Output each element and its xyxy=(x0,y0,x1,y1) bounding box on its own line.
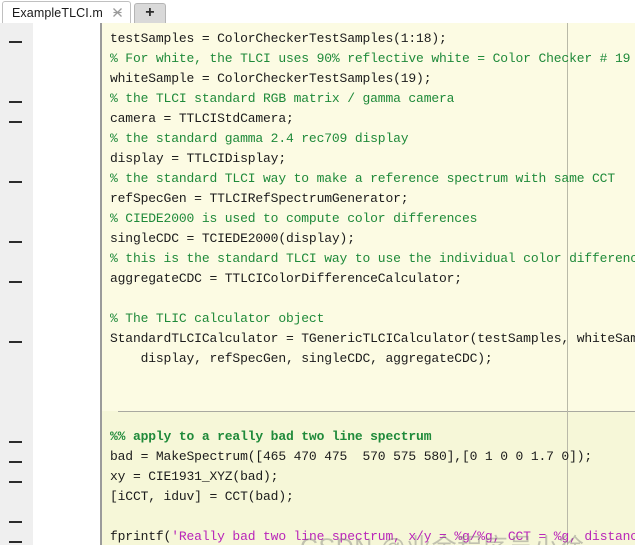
tab-exampletlci[interactable]: ExampleTLCI.m xyxy=(2,1,131,23)
line-number-gutter xyxy=(33,23,101,545)
code-token: [iCCT, iduv] = CCT(bad); xyxy=(110,489,294,504)
code-line: camera = TTLCIStdCamera; xyxy=(110,109,294,129)
code-token: fprintf( xyxy=(110,529,172,544)
code-line: aggregateCDC = TTLCIColorDifferenceCalcu… xyxy=(110,269,462,289)
code-line: %% apply to a really bad two line spectr… xyxy=(110,427,432,447)
code-token: % this is the standard TLCI way to use t… xyxy=(110,251,635,266)
fold-minus-icon[interactable] xyxy=(9,341,22,343)
code-line: display = TTLCIDisplay; xyxy=(110,149,286,169)
code-line: whiteSample = ColorCheckerTestSamples(19… xyxy=(110,69,432,89)
code-token: display = TTLCIDisplay; xyxy=(110,151,286,166)
new-tab-button[interactable]: + xyxy=(133,3,166,23)
code-line: % the standard gamma 2.4 rec709 display xyxy=(110,129,409,149)
code-token: aggregateCDC = TTLCIColorDifferenceCalcu… xyxy=(110,271,462,286)
code-token: display, refSpecGen, singleCDC, aggregat… xyxy=(110,351,493,366)
plus-icon: + xyxy=(145,4,155,21)
fold-minus-icon[interactable] xyxy=(9,281,22,283)
code-line: % CIEDE2000 is used to compute color dif… xyxy=(110,209,477,229)
close-icon[interactable] xyxy=(111,6,124,19)
code-token: % the standard gamma 2.4 rec709 display xyxy=(110,131,409,146)
code-line: refSpecGen = TTLCIRefSpectrumGenerator; xyxy=(110,189,409,209)
fold-minus-icon[interactable] xyxy=(9,521,22,523)
fold-minus-icon[interactable] xyxy=(9,41,22,43)
tab-bar: ExampleTLCI.m + xyxy=(0,0,635,24)
tab-label: ExampleTLCI.m xyxy=(12,5,103,20)
code-line: % the TLCI standard RGB matrix / gamma c… xyxy=(110,89,454,109)
code-token: whiteSample = ColorCheckerTestSamples(19… xyxy=(110,71,432,86)
code-token: % the standard TLCI way to make a refere… xyxy=(110,171,615,186)
code-line: fprintf('Really bad two line spectrum, x… xyxy=(110,527,635,545)
code-token: %% apply to a really bad two line spectr… xyxy=(110,429,432,444)
fold-minus-icon[interactable] xyxy=(9,101,22,103)
editor-body: testSamples = ColorCheckerTestSamples(1:… xyxy=(0,23,635,545)
fold-minus-icon[interactable] xyxy=(9,481,22,483)
fold-gutter[interactable] xyxy=(0,23,33,545)
code-token: StandardTLCICalculator = TGenericTLCICal… xyxy=(110,331,635,346)
code-token: xy = CIE1931_XYZ(bad); xyxy=(110,469,279,484)
fold-minus-icon[interactable] xyxy=(9,181,22,183)
code-line: singleCDC = TCIEDE2000(display); xyxy=(110,229,355,249)
code-line: % For white, the TLCI uses 90% reflectiv… xyxy=(110,49,630,69)
code-line: StandardTLCICalculator = TGenericTLCICal… xyxy=(110,329,635,349)
code-line: testSamples = ColorCheckerTestSamples(1:… xyxy=(110,29,447,49)
code-line: xy = CIE1931_XYZ(bad); xyxy=(110,467,278,487)
code-token: testSamples = ColorCheckerTestSamples(1:… xyxy=(110,31,447,46)
code-line: % this is the standard TLCI way to use t… xyxy=(110,249,635,269)
code-line: % The TLIC calculator object xyxy=(110,309,324,329)
code-token: % CIEDE2000 is used to compute color dif… xyxy=(110,211,478,226)
fold-minus-icon[interactable] xyxy=(9,121,22,123)
code-token: bad = MakeSpectrum([465 470 475 570 575 … xyxy=(110,449,593,464)
code-line: display, refSpecGen, singleCDC, aggregat… xyxy=(110,349,493,369)
code-token: camera = TTLCIStdCamera; xyxy=(110,111,294,126)
code-token: % The TLIC calculator object xyxy=(110,311,325,326)
code-token: refSpecGen = TTLCIRefSpectrumGenerator; xyxy=(110,191,409,206)
code-token: % For white, the TLCI uses 90% reflectiv… xyxy=(110,51,631,66)
code-token: % the TLCI standard RGB matrix / gamma c… xyxy=(110,91,455,106)
code-line: bad = MakeSpectrum([465 470 475 570 575 … xyxy=(110,447,592,467)
matlab-editor-window: ExampleTLCI.m + testSamples = ColorCheck… xyxy=(0,0,635,545)
code-area[interactable]: testSamples = ColorCheckerTestSamples(1:… xyxy=(102,23,635,545)
code-token: 'Really bad two line spectrum, x/y = %g/… xyxy=(171,529,635,544)
fold-minus-icon[interactable] xyxy=(9,461,22,463)
fold-minus-icon[interactable] xyxy=(9,441,22,443)
fold-minus-icon[interactable] xyxy=(9,241,22,243)
code-line: [iCCT, iduv] = CCT(bad); xyxy=(110,487,294,507)
code-line: % the standard TLCI way to make a refere… xyxy=(110,169,615,189)
cell-divider xyxy=(118,411,635,412)
code-token: singleCDC = TCIEDE2000(display); xyxy=(110,231,355,246)
fold-minus-icon[interactable] xyxy=(9,541,22,543)
